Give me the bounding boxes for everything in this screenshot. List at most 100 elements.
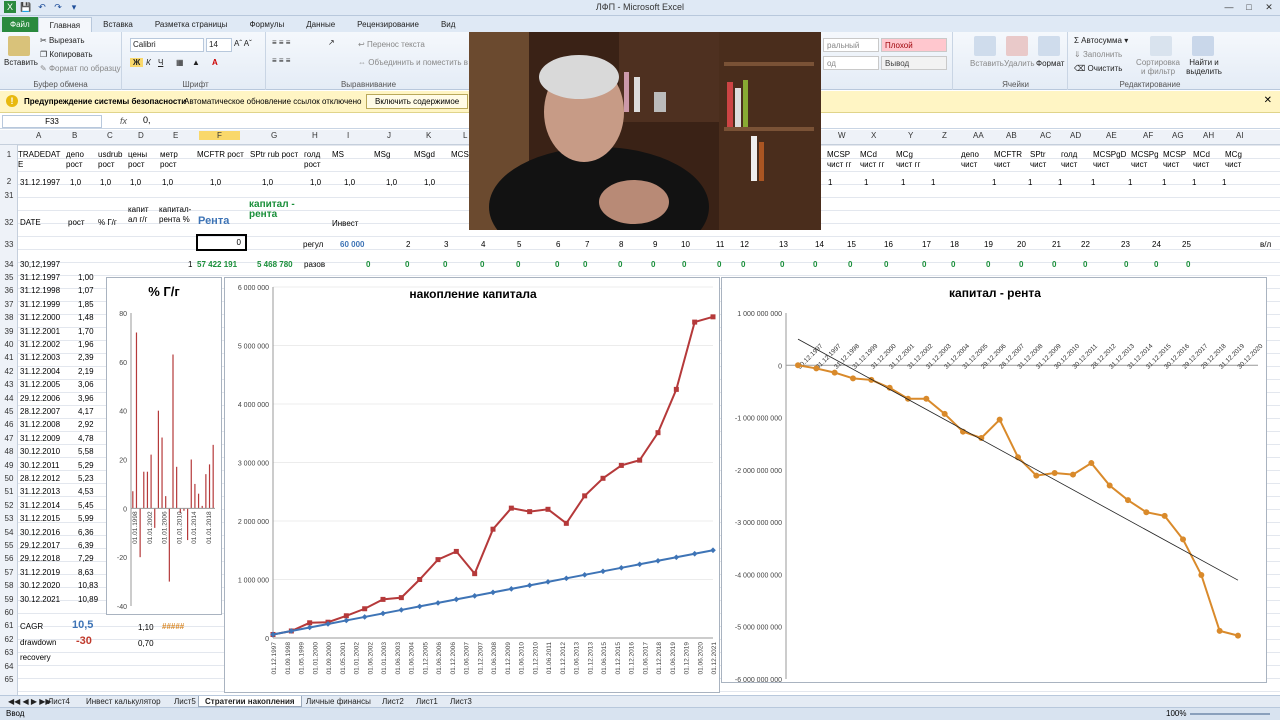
value-cell[interactable]: 1 <box>188 260 192 270</box>
zero-cell[interactable]: 0 <box>1124 260 1128 270</box>
insert-cells-icon[interactable] <box>974 36 996 56</box>
tab-data[interactable]: Данные <box>295 17 346 32</box>
value-cell[interactable]: 10,89 <box>78 595 98 605</box>
value-cell[interactable]: 1,0 <box>130 178 141 188</box>
align-left-icon[interactable]: ≡ ≡ ≡ <box>272 56 290 65</box>
date-cell[interactable]: 31.12.1997 <box>20 178 60 188</box>
zero-cell[interactable]: 0 <box>443 260 447 270</box>
column-header[interactable]: A <box>36 131 41 140</box>
value-cell[interactable]: 3,96 <box>78 394 94 404</box>
value-cell[interactable]: 5,45 <box>78 501 94 511</box>
header-cell[interactable]: MCd чист гг <box>860 150 892 170</box>
number-cell[interactable]: 21 <box>1052 240 1061 250</box>
tab-insert[interactable]: Вставка <box>92 17 144 32</box>
row-header[interactable]: 57 <box>1 568 17 577</box>
column-header[interactable]: AD <box>1070 131 1081 140</box>
close-icon[interactable]: ✕ <box>1262 1 1276 13</box>
column-header[interactable]: W <box>838 131 846 140</box>
zero-cell[interactable]: 0 <box>813 260 817 270</box>
row-header[interactable]: 31 <box>1 191 17 200</box>
zero-cell[interactable]: 0 <box>366 260 370 270</box>
column-header[interactable]: C <box>107 131 113 140</box>
tab-page-layout[interactable]: Разметка страницы <box>144 17 239 32</box>
row-header[interactable]: 55 <box>1 541 17 550</box>
date-cell[interactable]: 31.12.2002 <box>20 340 60 350</box>
value-cell[interactable]: 1 <box>1192 178 1196 188</box>
column-header[interactable]: Y <box>908 131 913 140</box>
invest-cell[interactable]: 60 000 <box>340 240 364 250</box>
date-cell[interactable]: 30.12.2021 <box>20 595 60 605</box>
label-cell[interactable]: регул <box>303 240 323 250</box>
zero-cell[interactable]: 0 <box>480 260 484 270</box>
zero-cell[interactable]: 0 <box>1186 260 1190 270</box>
value-cell[interactable]: 1 <box>1058 178 1062 188</box>
tab-file[interactable]: Файл <box>2 17 38 32</box>
zero-cell[interactable]: 0 <box>717 260 721 270</box>
zero-cell[interactable]: 0 <box>1019 260 1023 270</box>
date-cell[interactable]: 30.12.2010 <box>20 447 60 457</box>
header-cell[interactable]: % Г/г <box>98 218 117 228</box>
label-cell[interactable]: в/л <box>1260 240 1271 250</box>
zero-cell[interactable]: 0 <box>741 260 745 270</box>
number-cell[interactable]: 5 <box>517 240 521 250</box>
bold-button[interactable]: Ж <box>130 58 144 67</box>
row-header[interactable]: 63 <box>1 648 17 657</box>
format-cells-icon[interactable] <box>1038 36 1060 56</box>
header-cell[interactable]: голд чист <box>1061 150 1093 170</box>
zero-cell[interactable]: 0 <box>1052 260 1056 270</box>
row-header[interactable]: 34 <box>1 260 17 269</box>
number-cell[interactable]: 25 <box>1182 240 1191 250</box>
value-cell[interactable]: 1 <box>1028 178 1032 188</box>
row-header[interactable]: 37 <box>1 300 17 309</box>
column-header[interactable]: AG <box>1172 131 1184 140</box>
value-cell[interactable]: 1,85 <box>78 300 94 310</box>
column-header[interactable]: AF <box>1143 131 1153 140</box>
sheet-tab[interactable]: Лист5 <box>168 696 202 707</box>
row-header[interactable]: 43 <box>1 380 17 389</box>
row-header[interactable]: 40 <box>1 340 17 349</box>
row-header[interactable]: 53 <box>1 514 17 523</box>
paste-icon[interactable] <box>8 36 30 56</box>
date-cell[interactable]: 31.12.1997 <box>20 273 60 283</box>
header-cell[interactable]: депо рост <box>66 150 98 170</box>
insert-cells-button[interactable]: Вставить <box>970 59 1004 68</box>
header-cell[interactable]: MCSP чист <box>1163 150 1195 170</box>
value-cell[interactable]: 0,70 <box>138 639 154 649</box>
date-cell[interactable]: 30.12.2016 <box>20 528 60 538</box>
zero-cell[interactable]: 0 <box>618 260 622 270</box>
sheet-tab[interactable]: Лист3 <box>444 696 478 707</box>
sheet-tab[interactable]: Лист2 <box>376 696 410 707</box>
date-cell[interactable]: 31.12.2008 <box>20 420 60 430</box>
sheet-tab[interactable]: Инвест калькулятор <box>80 696 167 707</box>
value-cell[interactable]: 5,29 <box>78 461 94 471</box>
close-security-icon[interactable]: ✕ <box>1264 95 1272 106</box>
value-cell[interactable]: 1 <box>1162 178 1166 188</box>
value-cell[interactable]: 1 <box>864 178 868 188</box>
zero-cell[interactable]: 0 <box>780 260 784 270</box>
header-cell[interactable]: Инвест <box>332 219 358 229</box>
row-header[interactable]: 33 <box>1 240 17 249</box>
minimize-icon[interactable]: — <box>1222 1 1236 13</box>
column-header[interactable]: X <box>871 131 876 140</box>
zero-cell[interactable]: 0 <box>1154 260 1158 270</box>
header-cell[interactable]: DATE <box>20 218 41 228</box>
header-cell[interactable]: цены рост <box>128 150 160 170</box>
value-cell[interactable]: 8,63 <box>78 568 94 578</box>
row-header[interactable]: 38 <box>1 313 17 322</box>
style-bad[interactable]: Плохой <box>881 38 947 52</box>
value-cell[interactable]: 1 <box>1128 178 1132 188</box>
column-header[interactable]: E <box>173 131 178 140</box>
value-cell[interactable]: 1 <box>828 178 832 188</box>
value-cell[interactable]: 1,0 <box>424 178 435 188</box>
clear-button[interactable]: ⌫ Очистить <box>1074 64 1122 73</box>
column-header[interactable]: F <box>199 131 240 140</box>
date-cell[interactable]: 30,12,1997 <box>20 260 60 270</box>
date-cell[interactable]: 31.12.2005 <box>20 380 60 390</box>
italic-button[interactable]: К <box>146 58 151 67</box>
date-cell[interactable]: 31.12.2003 <box>20 353 60 363</box>
column-header[interactable]: Z <box>942 131 947 140</box>
row-header[interactable]: 59 <box>1 595 17 604</box>
row-header[interactable]: 50 <box>1 474 17 483</box>
date-cell[interactable]: 31.12.2001 <box>20 327 60 337</box>
autosum-button[interactable]: Σ Автосумма ▾ <box>1074 36 1128 45</box>
